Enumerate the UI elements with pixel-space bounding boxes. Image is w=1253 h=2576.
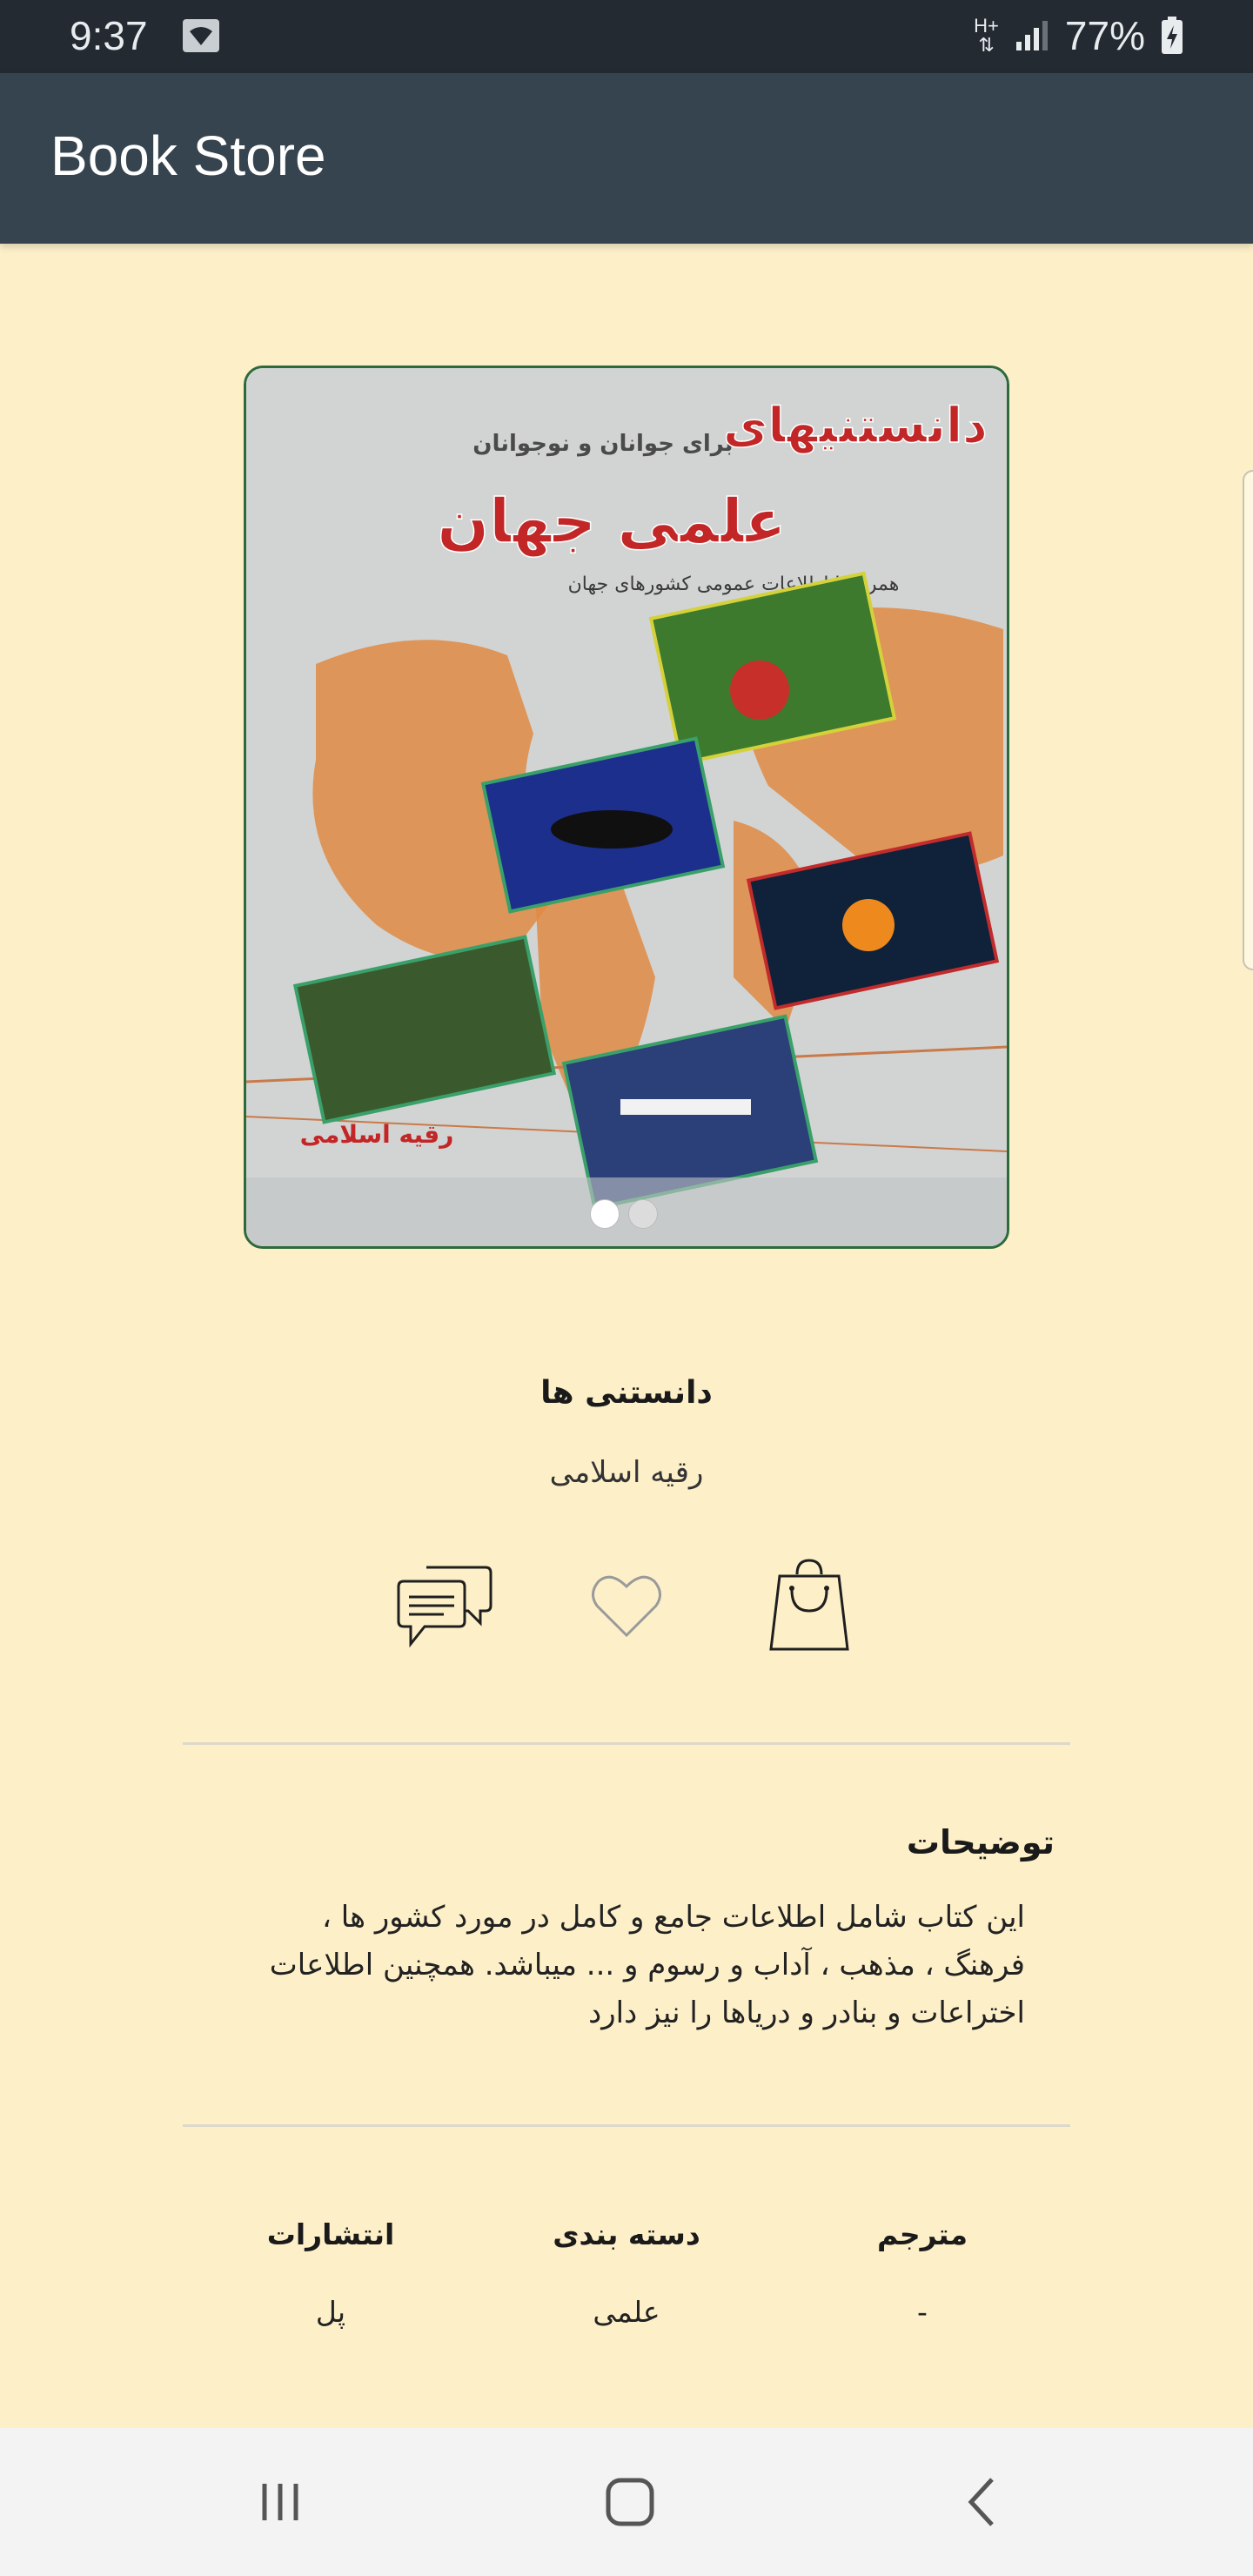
cover-title-line-2: علمی جهان (437, 486, 786, 557)
battery-charging-icon (1162, 17, 1183, 54)
publisher-column: انتشارات پل (200, 2217, 461, 2329)
carousel-indicator (590, 1199, 658, 1229)
network-type: H+ (974, 15, 999, 37)
section-divider (183, 2124, 1070, 2127)
description-line: فرهنگ ، مذهب ، آداب و رسوم و ... میباشد.… (269, 1948, 1025, 1982)
translator-label: مترجم (876, 2217, 968, 2251)
home-icon (606, 2478, 654, 2526)
cover-top-text: برای جوانان و نوجوانان (472, 431, 733, 457)
data-transfer-icon: H+ ⇅ (974, 15, 999, 56)
status-bar: 9:37 H+ ⇅ 77% (0, 0, 1253, 73)
back-button[interactable] (938, 2463, 1025, 2541)
carousel-dot-active[interactable] (590, 1199, 620, 1229)
back-icon (968, 2478, 994, 2526)
shopping-bag-icon (769, 1559, 849, 1651)
category-column: دسته بندی علمی (496, 2217, 757, 2329)
book-cover-image: برای جوانان و نوجوانان دانستنیهای علمی ج… (246, 368, 1007, 1246)
home-button[interactable] (586, 2463, 673, 2541)
comments-button[interactable] (392, 1558, 496, 1654)
description-line: این کتاب شامل اطلاعات جامع و کامل در مور… (321, 1900, 1025, 1935)
book-cover-carousel[interactable]: برای جوانان و نوجوانان دانستنیهای علمی ج… (244, 366, 1009, 1249)
app-title: Book Store (50, 124, 326, 187)
favorite-button[interactable] (574, 1558, 679, 1654)
status-time: 9:37 (70, 13, 148, 58)
comments-icon (397, 1566, 492, 1648)
battery-percent: 77% (1064, 13, 1145, 58)
cover-title-line-1: دانستنیهای (723, 398, 988, 454)
wifi-icon (183, 19, 219, 52)
carousel-dot[interactable] (628, 1199, 658, 1229)
book-author: رقیه اسلامی (549, 1455, 704, 1490)
navigation-bar (0, 2428, 1253, 2576)
translator-column: مترجم - (792, 2217, 1053, 2329)
heart-icon (592, 1575, 661, 1638)
publisher-value: پل (315, 2295, 346, 2329)
category-value: علمی (593, 2295, 660, 2329)
status-icons: H+ ⇅ 77% (974, 12, 1183, 59)
signal-icon (1015, 21, 1048, 50)
add-to-cart-button[interactable] (757, 1558, 861, 1654)
book-title: دانستنی ها (540, 1375, 713, 1411)
category-label: دسته بندی (553, 2217, 700, 2251)
description-line: اختراعات و بنادر و دریاها را نیز دارد (588, 1996, 1025, 2030)
next-card-peek (1243, 470, 1253, 970)
app-bar: Book Store (0, 73, 1253, 244)
section-divider (183, 1742, 1070, 1745)
publisher-label: انتشارات (266, 2217, 395, 2251)
recent-apps-icon (262, 2484, 298, 2520)
description-body: این کتاب شامل اطلاعات جامع و کامل در مور… (242, 1894, 1025, 2037)
description-heading: توضیحات (906, 1823, 1055, 1862)
translator-value: - (917, 2295, 928, 2329)
cover-author: رقیه اسلامی (300, 1120, 454, 1149)
recent-apps-button[interactable] (237, 2463, 324, 2541)
